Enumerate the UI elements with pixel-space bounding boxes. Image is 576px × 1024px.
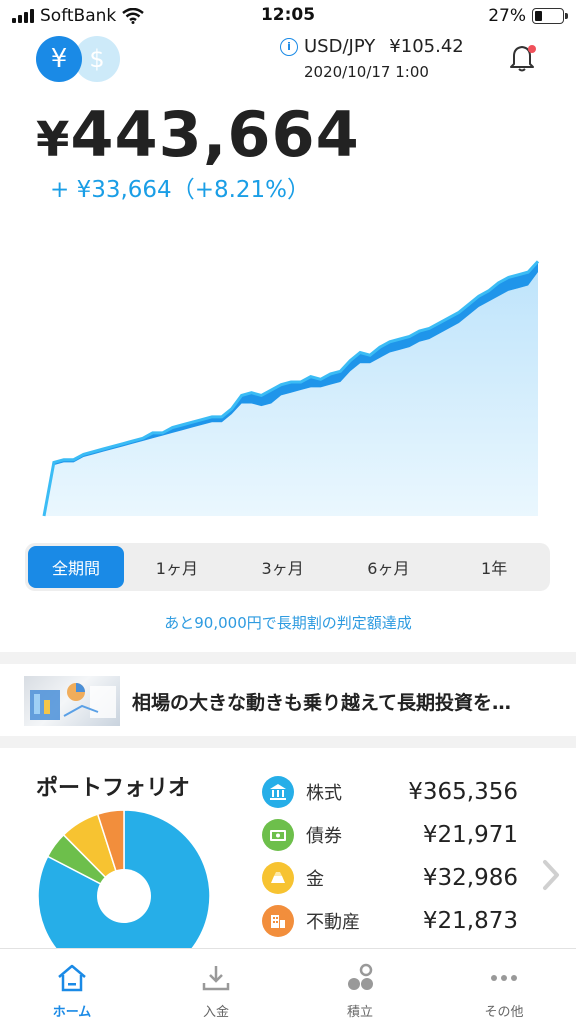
- tab-label: 積立: [346, 1005, 373, 1020]
- bond-icon: [262, 818, 294, 851]
- total-assets: ¥443,664: [36, 98, 360, 171]
- rate-datetime: 2020/10/17 1:00: [304, 63, 429, 81]
- tab-home[interactable]: ホーム: [0, 949, 144, 1024]
- period-tab-1y[interactable]: 1年: [441, 546, 547, 588]
- section-divider: [0, 652, 576, 664]
- rate-value: ¥105.42: [389, 36, 464, 57]
- asset-label: 金: [306, 868, 324, 890]
- building-icon: [262, 904, 294, 937]
- asset-row-gold[interactable]: 金 ¥32,986: [262, 856, 518, 899]
- tab-label: 入金: [202, 1005, 229, 1020]
- exchange-rate[interactable]: i USD/JPY ¥105.42 2020/10/17 1:00: [280, 36, 500, 81]
- period-tab-3m[interactable]: 3ヶ月: [230, 546, 336, 588]
- asset-value: ¥32,986: [422, 864, 518, 891]
- info-icon[interactable]: i: [280, 37, 298, 56]
- savings-icon: [343, 961, 377, 995]
- total-currency-symbol: ¥: [36, 112, 71, 168]
- currency-toggle[interactable]: ¥ $: [36, 36, 126, 82]
- status-bar: SoftBank 12:05 27%: [0, 0, 576, 34]
- asset-label: 不動産: [306, 911, 360, 933]
- gain-amount: + ¥33,664（+8.21%）: [50, 177, 311, 203]
- tab-label: ホーム: [52, 1005, 92, 1020]
- asset-value: ¥21,873: [422, 907, 518, 934]
- battery-icon: [532, 8, 568, 24]
- asset-row-bonds[interactable]: 債券 ¥21,971: [262, 813, 518, 856]
- news-banner[interactable]: 相場の大きな動きも乗り越えて長期投資を…: [0, 664, 576, 736]
- period-tab-1m[interactable]: 1ヶ月: [124, 546, 230, 588]
- portfolio-title: ポートフォリオ: [36, 776, 191, 801]
- long-term-discount-notice[interactable]: あと90,000円で長期割の判定額達成: [0, 612, 576, 633]
- asset-value: ¥365,356: [408, 778, 518, 805]
- tab-bar: ホーム 入金 積立 その他: [0, 948, 576, 1024]
- currency-pair: USD/JPY: [304, 36, 376, 57]
- battery-percent: 27%: [488, 6, 526, 26]
- yen-currency-icon[interactable]: ¥: [36, 36, 82, 82]
- tab-label: その他: [484, 1005, 524, 1020]
- news-thumbnail: [24, 676, 120, 726]
- tab-deposit[interactable]: 入金: [144, 949, 288, 1024]
- tab-more[interactable]: その他: [432, 949, 576, 1024]
- pie-hole: [97, 869, 151, 923]
- total-value: 443,664: [70, 98, 360, 171]
- asset-row-stocks[interactable]: 株式 ¥365,356: [262, 770, 518, 813]
- section-divider: [0, 736, 576, 748]
- asset-value: ¥21,971: [422, 821, 518, 848]
- bell-icon[interactable]: [508, 42, 538, 74]
- asset-chart[interactable]: [36, 220, 540, 520]
- asset-label: 株式: [306, 782, 342, 804]
- bank-icon: [262, 775, 294, 808]
- gold-icon: [262, 861, 294, 894]
- asset-label: 債券: [306, 825, 342, 847]
- status-right: 27%: [488, 6, 568, 26]
- tab-savings[interactable]: 積立: [288, 949, 432, 1024]
- deposit-icon: [199, 961, 233, 995]
- period-selector: 全期間 1ヶ月 3ヶ月 6ヶ月 1年: [25, 543, 550, 591]
- asset-list: 株式 ¥365,356 債券 ¥21,971 金 ¥32,986 不動産 ¥21…: [262, 770, 518, 942]
- more-icon: [487, 961, 521, 995]
- home-icon: [55, 961, 89, 995]
- asset-row-real-estate[interactable]: 不動産 ¥21,873: [262, 899, 518, 942]
- period-tab-6m[interactable]: 6ヶ月: [336, 546, 442, 588]
- period-tab-all[interactable]: 全期間: [28, 546, 124, 588]
- news-title: 相場の大きな動きも乗り越えて長期投資を…: [132, 692, 512, 714]
- chevron-right-icon[interactable]: [540, 858, 562, 892]
